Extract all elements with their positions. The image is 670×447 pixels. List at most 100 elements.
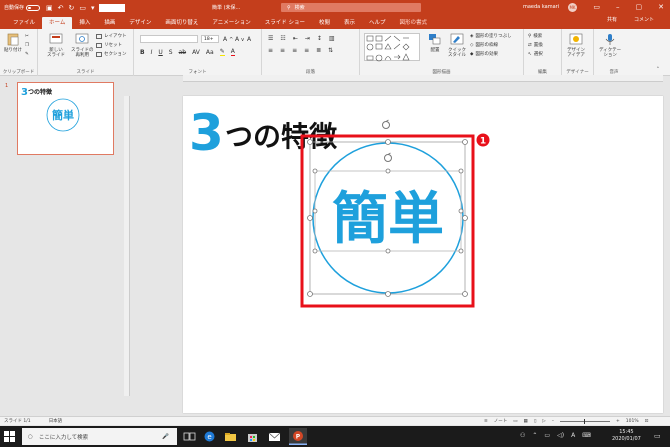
tab-animations[interactable]: アニメーション (205, 17, 257, 29)
align-right-icon[interactable]: ≡ (292, 47, 297, 54)
notes-button[interactable]: ノート (494, 418, 508, 424)
format-painter-icon[interactable]: ✎ (25, 52, 29, 57)
arrange-button[interactable]: 配置 (428, 33, 442, 53)
horizontal-ruler[interactable] (183, 75, 663, 82)
inner-rotate-handle[interactable] (384, 152, 392, 162)
volume-icon[interactable]: ◁) (557, 432, 564, 439)
new-slide-button[interactable]: 新しい スライド (47, 33, 65, 58)
align-center-icon[interactable]: ≡ (280, 47, 285, 54)
network-icon[interactable]: ▭ (544, 432, 550, 439)
redo-icon[interactable]: ↻ (69, 4, 75, 12)
slide-thumbnail-1[interactable]: 3 つの特徴 簡単 (17, 82, 114, 155)
zoom-out-icon[interactable]: – (552, 419, 554, 424)
minimize-icon[interactable]: – (616, 3, 620, 11)
from-beginning-icon[interactable]: ▭ (79, 4, 86, 12)
rotate-handle[interactable] (382, 119, 390, 129)
design-ideas-button[interactable]: デザイン アイデア (567, 33, 585, 58)
user-name[interactable]: maeda kamari (523, 4, 559, 10)
tab-file[interactable]: ファイル (6, 17, 42, 29)
windows-start-icon[interactable] (4, 431, 15, 442)
collapse-ribbon-icon[interactable]: ⌃ (656, 67, 660, 72)
ribbon-display-icon[interactable]: ▭ (593, 3, 600, 11)
text-direction-icon[interactable]: ⇅ (328, 47, 333, 54)
reading-view-icon[interactable]: ▯ (534, 419, 536, 424)
customize-icon[interactable]: ▾ (91, 4, 95, 12)
taskbar-clock[interactable]: 15:45 2020/01/07 (612, 429, 641, 443)
section-button[interactable]: セクション (96, 51, 127, 57)
store-icon[interactable] (246, 430, 259, 443)
font-size-box[interactable]: 18+ (201, 35, 219, 43)
bold-icon[interactable]: B (140, 49, 145, 56)
edge-icon[interactable]: e (203, 430, 216, 443)
taskbar-search[interactable]: ○ ここに入力して検索 🎤 (22, 428, 177, 445)
select-button[interactable]: ↖ 選択 (528, 51, 543, 58)
decrease-indent-icon[interactable]: ⇤ (293, 35, 298, 42)
file-explorer-icon[interactable] (224, 430, 237, 443)
quick-styles-button[interactable]: クイック スタイル (448, 33, 466, 58)
slideshow-icon[interactable]: ▷ (542, 419, 545, 424)
shape-fill-button[interactable]: ◈ 図形の塗りつぶし (470, 33, 512, 40)
people-icon[interactable]: ⚇ (520, 432, 525, 439)
autosave-toggle[interactable] (26, 4, 41, 11)
zoom-in-icon[interactable]: + (616, 419, 620, 424)
align-left-icon[interactable]: ≡ (268, 47, 273, 54)
layout-button[interactable]: レイアウト (96, 33, 127, 39)
circle-text[interactable]: 簡単 (332, 187, 444, 252)
normal-view-icon[interactable]: ▭ (513, 419, 517, 424)
mic-icon[interactable]: 🎤 (162, 434, 169, 440)
save-icon[interactable]: ▣ (46, 4, 53, 12)
tab-slideshow[interactable]: スライド ショー (258, 17, 312, 29)
dictate-button[interactable]: ディクテー ション (599, 33, 621, 58)
underline-icon[interactable]: U (158, 49, 162, 56)
shrink-font-icon[interactable]: Av (235, 36, 244, 43)
maximize-icon[interactable]: ▢ (636, 3, 643, 11)
powerpoint-taskbar-icon[interactable]: P (289, 428, 307, 445)
keyboard-icon[interactable]: ⌨ (582, 432, 591, 439)
distribute-icon[interactable]: ≣ (316, 47, 321, 54)
language-indicator[interactable]: 日本語 (49, 418, 63, 424)
columns-icon[interactable]: ▥ (329, 35, 335, 42)
shape-outline-button[interactable]: ◇ 図形の枠線 (470, 42, 498, 49)
shadow-icon[interactable]: S (169, 49, 173, 56)
slide-canvas[interactable]: 3 つの特徴 簡単 1 (183, 96, 663, 413)
copy-icon[interactable]: ❐ (25, 43, 29, 48)
replace-button[interactable]: ⇄ 置換 (528, 42, 543, 49)
cut-icon[interactable]: ✂ (25, 34, 29, 39)
bullets-icon[interactable]: ☰ (268, 35, 273, 42)
justify-icon[interactable]: ≡ (304, 47, 309, 54)
tab-transitions[interactable]: 画面切り替え (158, 17, 205, 29)
font-color-icon[interactable]: A (230, 48, 235, 56)
reset-button[interactable]: リセット (96, 42, 122, 48)
increase-indent-icon[interactable]: ⇥ (305, 35, 310, 42)
vertical-ruler[interactable] (124, 96, 130, 396)
numbering-icon[interactable]: ☷ (280, 35, 285, 42)
tab-draw[interactable]: 描画 (97, 17, 122, 29)
reuse-slide-button[interactable]: スライドの 再利用 (71, 33, 94, 58)
fit-slide-icon[interactable]: ⊡ (645, 419, 649, 424)
zoom-slider[interactable] (560, 418, 611, 424)
italic-icon[interactable]: I (151, 49, 153, 56)
ime-icon[interactable]: A (571, 432, 575, 439)
tab-design[interactable]: デザイン (122, 17, 158, 29)
tray-overflow-icon[interactable]: ⌃ (532, 432, 537, 439)
share-button[interactable]: 共有 (607, 16, 617, 23)
font-name-box[interactable] (140, 35, 198, 43)
shape-effects-button[interactable]: ◆ 図形の効果 (470, 51, 498, 58)
comment-button[interactable]: コメント (634, 16, 654, 23)
zoom-level[interactable]: 101% (626, 419, 639, 424)
case-icon[interactable]: Aa (206, 49, 214, 56)
notifications-icon[interactable]: ▭ (654, 432, 661, 440)
paste-button[interactable]: 貼り付け (4, 33, 22, 53)
spacing-icon[interactable]: AV (192, 49, 200, 56)
quick-access-box[interactable] (98, 3, 125, 12)
line-spacing-icon[interactable]: ↕ (317, 35, 322, 42)
tab-view[interactable]: 表示 (337, 17, 362, 29)
find-button[interactable]: ⚲ 検索 (528, 33, 542, 40)
shape-gallery[interactable] (364, 33, 420, 62)
tab-home[interactable]: ホーム (42, 17, 73, 29)
tab-help[interactable]: ヘルプ (362, 17, 393, 29)
close-icon[interactable]: ✕ (658, 3, 664, 11)
grow-font-icon[interactable]: A ^ (223, 36, 233, 43)
slide-title-number[interactable]: 3 (189, 104, 224, 162)
mail-icon[interactable] (268, 430, 281, 443)
